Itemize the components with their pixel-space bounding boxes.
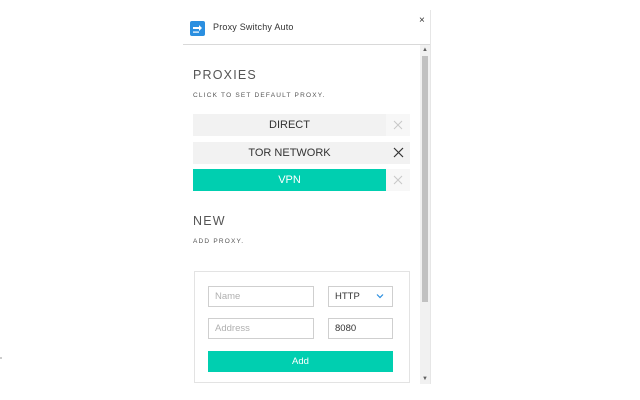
scroll-down-arrow-icon[interactable]: ▼ [420, 374, 430, 384]
close-icon [393, 147, 403, 158]
remove-proxy-tor-network[interactable] [386, 142, 410, 164]
add-proxy-form: Name HTTP Address 8080 Add [194, 271, 410, 383]
new-subheading: ADD PROXY. [193, 238, 245, 245]
extension-popup: Proxy Switchy Auto × PROXIES CLICK TO SE… [183, 10, 431, 384]
proxy-row-tor: TOR NETWORK [193, 142, 410, 164]
chevron-down-icon [376, 288, 384, 307]
proxy-button-tor-network[interactable]: TOR NETWORK [193, 142, 386, 164]
address-input[interactable]: Address [208, 318, 314, 339]
new-heading: NEW [193, 214, 226, 228]
remove-proxy-direct[interactable] [386, 114, 410, 136]
proxy-row-vpn: VPN [193, 169, 410, 191]
proxy-row-direct: DIRECT [193, 114, 410, 136]
remove-proxy-vpn[interactable] [386, 169, 410, 191]
protocol-select[interactable]: HTTP [328, 286, 393, 307]
add-proxy-button[interactable]: Add [208, 351, 393, 372]
page-edge-mark [0, 357, 2, 359]
proxies-heading: PROXIES [193, 68, 257, 82]
port-input[interactable]: 8080 [328, 318, 393, 339]
proxies-subheading: CLICK TO SET DEFAULT PROXY. [193, 92, 326, 99]
close-icon[interactable]: × [419, 16, 425, 26]
close-icon [393, 175, 403, 185]
title-bar: Proxy Switchy Auto × [183, 10, 430, 45]
scrollbar-thumb[interactable] [422, 56, 428, 302]
scrollbar[interactable]: ▲ ▼ [420, 45, 430, 384]
name-input[interactable]: Name [208, 286, 314, 307]
protocol-value: HTTP [335, 291, 360, 302]
proxy-button-vpn[interactable]: VPN [193, 169, 386, 191]
proxy-button-direct[interactable]: DIRECT [193, 114, 386, 136]
scroll-up-arrow-icon[interactable]: ▲ [420, 45, 430, 55]
arrow-switch-icon [190, 21, 205, 36]
close-icon [393, 120, 403, 130]
window-title: Proxy Switchy Auto [213, 22, 294, 32]
